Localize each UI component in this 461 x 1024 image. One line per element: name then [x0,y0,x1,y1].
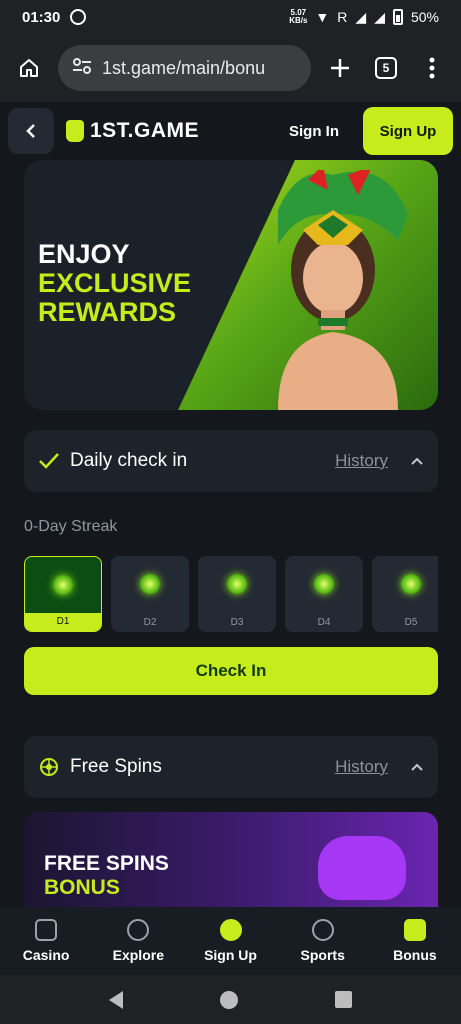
day-label: D5 [404,617,418,628]
gem-icon [401,574,421,594]
free-spins-banner[interactable]: FREE SPINS BONUS [24,812,438,912]
address-bar[interactable]: 1st.game/main/bonu [58,45,311,91]
tab-count: 5 [375,57,397,79]
new-tab-icon[interactable] [323,51,357,85]
whatsapp-icon [70,9,87,25]
battery-percent: 50% [410,9,439,25]
check-icon [39,453,59,469]
system-home-icon[interactable] [219,990,238,1009]
daily-history-link[interactable]: History [335,451,388,471]
add-user-icon [219,919,242,941]
basketball-icon [311,919,334,941]
free-spins-header[interactable]: Free Spins History [24,736,438,798]
home-icon[interactable] [12,51,46,85]
system-navigation [0,975,461,1024]
gamepad-icon [318,836,406,900]
day-label: D2 [143,617,157,628]
sign-up-button[interactable]: Sign Up [363,107,453,155]
site-settings-icon[interactable] [72,57,92,80]
gem-icon [227,574,247,594]
daily-checkin-title: Daily check in [70,450,188,471]
browser-toolbar: 1st.game/main/bonu 5 [0,34,461,102]
day-item-5[interactable]: D5 [372,556,438,632]
chevron-left-icon [26,124,35,138]
battery-icon [392,9,403,25]
wheel-icon [40,758,58,776]
network-speed: 5.07 KB/s [289,8,308,25]
check-in-button[interactable]: Check In [24,647,438,695]
signal-icon-2: ◢ [374,8,385,25]
nav-explore[interactable]: Explore [92,907,184,975]
system-back-icon[interactable] [108,990,123,1009]
system-recents-icon[interactable] [335,991,353,1008]
logo-hand-icon [66,120,84,142]
day-label: D1 [25,613,101,631]
back-button[interactable] [8,108,54,154]
gem-icon [53,575,73,595]
site-logo[interactable]: 1ST.GAME [66,119,199,143]
day-label: D3 [230,617,244,628]
cards-icon [35,919,58,941]
chevron-up-icon[interactable] [410,456,424,466]
day-item-4[interactable]: D4 [285,556,363,632]
day-item-1[interactable]: D1 [24,556,102,632]
explore-icon [127,919,150,941]
gift-icon [403,919,426,941]
rewards-banner[interactable]: ENJOY EXCLUSIVE REWARDS [24,160,438,410]
nav-sports[interactable]: Sports [277,907,369,975]
site-header: 1ST.GAME Sign In Sign Up [0,102,461,160]
day-item-2[interactable]: D2 [111,556,189,632]
free-spins-title: Free Spins [70,756,162,777]
chevron-up-icon[interactable] [410,762,424,772]
bottom-navigation: Casino Explore Sign Up Sports Bonus [0,907,461,975]
tab-switcher-button[interactable]: 5 [369,51,403,85]
sign-in-link[interactable]: Sign In [289,123,339,140]
status-time: 01:30 [22,8,61,26]
roaming-indicator: R [337,9,348,25]
signal-icon: ◢ [355,8,367,25]
free-spins-banner-title: FREE SPINS BONUS [44,852,169,899]
wifi-icon: ▼ [315,9,330,25]
character-illustration [278,170,408,410]
status-bar: 01:30 5.07 KB/s ▼ R ◢ ◢ 50% [0,0,461,34]
nav-sign-up[interactable]: Sign Up [184,907,276,975]
day-label: D4 [317,617,331,628]
banner-title: ENJOY EXCLUSIVE REWARDS [38,239,192,327]
url-text: 1st.game/main/bonu [102,57,266,78]
gem-icon [314,574,334,594]
more-menu-icon[interactable] [415,51,449,85]
spins-history-link[interactable]: History [335,757,388,777]
nav-bonus[interactable]: Bonus [369,907,461,975]
day-item-3[interactable]: D3 [198,556,276,632]
streak-label: 0-Day Streak [24,518,118,535]
day-list: D1 D2 D3 D4 D5 [24,556,438,634]
daily-checkin-header[interactable]: Daily check in History [24,430,438,492]
nav-casino[interactable]: Casino [0,907,92,975]
gem-icon [140,574,160,594]
